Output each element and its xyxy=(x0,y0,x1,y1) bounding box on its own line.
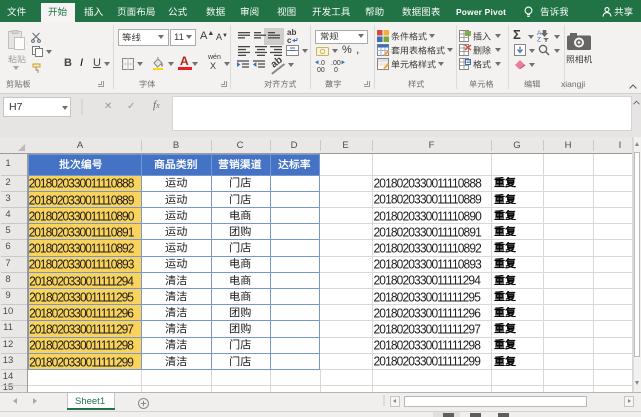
svg-text:c: c xyxy=(287,36,292,44)
svg-text:.00: .00 xyxy=(331,60,341,67)
svg-text:.0: .0 xyxy=(319,60,325,67)
svg-text:Z: Z xyxy=(537,37,541,43)
svg-text:00: 00 xyxy=(317,67,325,72)
svg-text:0: 0 xyxy=(334,67,338,72)
